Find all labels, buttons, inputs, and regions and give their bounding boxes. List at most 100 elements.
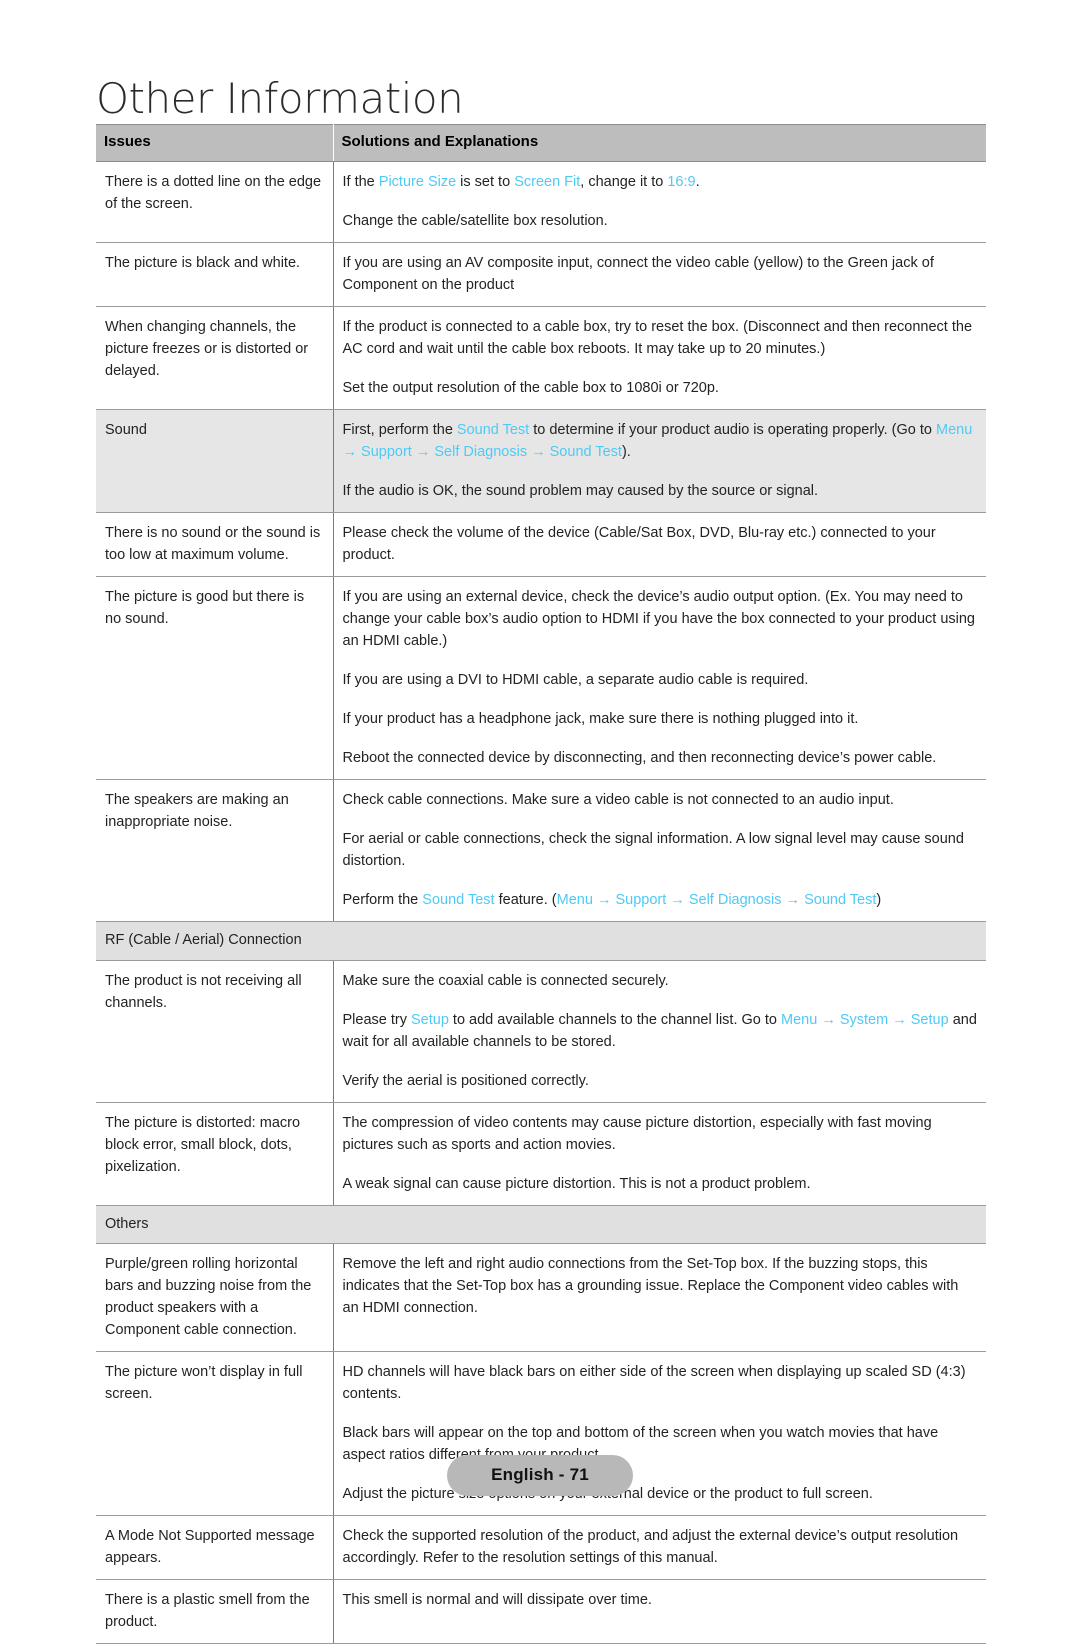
text-run: A weak signal can cause picture distorti… <box>342 1175 811 1192</box>
column-header-solutions: Solutions and Explanations <box>333 124 986 162</box>
text-run: Make sure the coaxial cable is connected… <box>342 972 669 989</box>
solution-paragraph: Change the cable/satellite box resolutio… <box>343 210 978 232</box>
solution-paragraph: First, perform the Sound Test to determi… <box>343 419 978 463</box>
text-run: to add available channels to the channel… <box>448 1011 782 1028</box>
highlighted-term: → <box>817 1011 840 1028</box>
highlighted-term: → <box>781 892 805 909</box>
solution-cell: First, perform the Sound Test to determi… <box>333 409 986 514</box>
table-row: When changing channels, the picture free… <box>96 306 986 411</box>
table-row: There is no sound or the sound is too lo… <box>96 512 986 578</box>
issue-cell: The picture is good but there is no soun… <box>96 576 334 781</box>
text-run: Please try <box>342 1011 411 1028</box>
issue-cell: There is a plastic smell from the produc… <box>96 1579 334 1644</box>
table-body: There is a dotted line on the edge of th… <box>96 161 986 1644</box>
solution-cell: The compression of video contents may ca… <box>333 1102 986 1206</box>
highlighted-term: → <box>411 444 435 461</box>
solution-paragraph: Reboot the connected device by disconnec… <box>343 747 978 769</box>
highlighted-term: Setup <box>411 1011 449 1028</box>
solution-paragraph: A weak signal can cause picture distorti… <box>343 1173 978 1195</box>
issue-cell: The speakers are making an inappropriate… <box>96 779 334 923</box>
highlighted-term: → <box>527 444 550 461</box>
text-run: If the audio is OK, the sound problem ma… <box>342 483 819 500</box>
highlighted-term: Sound Test <box>804 892 877 909</box>
text-run: Change the cable/satellite box resolutio… <box>342 212 608 229</box>
table-header-row: Issues Solutions and Explanations <box>96 124 986 162</box>
text-run: Set the output resolution of the cable b… <box>342 379 719 396</box>
table-row: The picture is black and white. If you ar… <box>96 242 986 307</box>
text-run: If you are using an AV composite input, … <box>342 254 934 293</box>
solution-paragraph: If the Picture Size is set to Screen Fit… <box>343 171 978 193</box>
solution-paragraph: Check the supported resolution of the pr… <box>343 1525 978 1569</box>
table-row: A Mode Not Supported message appears. Che… <box>96 1515 986 1581</box>
highlighted-term: Picture Size <box>378 173 457 190</box>
text-run: Check cable connections. Make sure a vid… <box>342 792 894 809</box>
solution-cell: Remove the left and right audio connecti… <box>333 1243 986 1352</box>
table-header: Issues Solutions and Explanations <box>96 124 986 162</box>
table-row: There is a dotted line on the edge of th… <box>96 161 986 243</box>
solution-paragraph: If you are using an AV composite input, … <box>343 252 978 296</box>
page-number-badge: English - 71 <box>447 1455 633 1496</box>
highlighted-term: → <box>666 892 689 909</box>
highlighted-term: Self Diagnosis <box>688 892 782 909</box>
text-run: For aerial or cable connections, check t… <box>342 831 964 870</box>
solution-paragraph: Check cable connections. Make sure a vid… <box>343 789 978 811</box>
table-row: There is a plastic smell from the produc… <box>96 1579 986 1644</box>
highlighted-term: Support <box>615 892 667 909</box>
text-run: If the product is connected to a cable b… <box>342 318 973 357</box>
issue-cell: Sound <box>96 409 334 514</box>
solution-paragraph: If the audio is OK, the sound problem ma… <box>343 480 978 502</box>
section-label: RF (Cable / Aerial) Connection <box>96 921 986 961</box>
solution-paragraph: If your product has a headphone jack, ma… <box>343 708 978 730</box>
issue-cell: The picture is distorted: macro block er… <box>96 1102 334 1206</box>
highlighted-term: Setup <box>910 1011 949 1028</box>
solution-cell: Check the supported resolution of the pr… <box>333 1515 986 1581</box>
solution-paragraph: Remove the left and right audio connecti… <box>343 1253 978 1319</box>
text-run: This smell is normal and will dissipate … <box>342 1592 652 1609</box>
highlighted-term: Support <box>361 444 412 461</box>
solution-paragraph: This smell is normal and will dissipate … <box>343 1589 978 1611</box>
text-run: ). <box>621 444 631 461</box>
text-run: If you are using a DVI to HDMI cable, a … <box>342 672 809 689</box>
text-run: The compression of video contents may ca… <box>342 1114 932 1153</box>
text-run: First, perform the <box>342 422 457 439</box>
table-row: The picture is distorted: macro block er… <box>96 1102 986 1206</box>
highlighted-term: System <box>839 1011 889 1028</box>
text-run: If the <box>342 173 379 190</box>
text-run: Please check the volume of the device (C… <box>342 525 936 564</box>
solution-paragraph: Verify the aerial is positioned correctl… <box>343 1070 978 1092</box>
highlighted-term: Screen Fit <box>514 173 581 190</box>
solution-cell: If you are using an AV composite input, … <box>333 242 986 307</box>
highlighted-term: Self Diagnosis <box>434 444 528 461</box>
solution-paragraph: If the product is connected to a cable b… <box>343 316 978 360</box>
solution-paragraph: Perform the Sound Test feature. (Menu → … <box>343 889 978 911</box>
table-section-row: Others <box>96 1204 986 1244</box>
solution-cell: If the product is connected to a cable b… <box>333 306 986 411</box>
text-run: feature. ( <box>494 892 557 909</box>
highlighted-term: Sound Test <box>422 892 495 909</box>
text-run: , change it to <box>580 173 668 190</box>
solution-paragraph: Set the output resolution of the cable b… <box>343 377 978 399</box>
solution-paragraph: Please try Setup to add available channe… <box>343 1009 978 1053</box>
text-run: Perform the <box>342 892 423 909</box>
text-run: to determine if your product audio is op… <box>529 422 936 439</box>
table-row: The speakers are making an inappropriate… <box>96 779 986 923</box>
text-run: Reboot the connected device by disconnec… <box>342 750 937 767</box>
solution-cell: Make sure the coaxial cable is connected… <box>333 960 986 1103</box>
text-run: Verify the aerial is positioned correctl… <box>342 1072 589 1089</box>
table-row: The picture is good but there is no soun… <box>96 576 986 781</box>
table-row: Purple/green rolling horizontal bars and… <box>96 1243 986 1352</box>
highlighted-term: Menu <box>781 1011 818 1028</box>
solution-cell: If the Picture Size is set to Screen Fit… <box>333 161 986 243</box>
solution-paragraph: For aerial or cable connections, check t… <box>343 828 978 872</box>
text-run: . <box>695 173 700 190</box>
solution-paragraph: The compression of video contents may ca… <box>343 1112 978 1156</box>
solution-paragraph: HD channels will have black bars on eith… <box>343 1361 978 1405</box>
text-run: HD channels will have black bars on eith… <box>342 1363 966 1402</box>
issue-cell: The product is not receiving all channel… <box>96 960 334 1103</box>
page-title: Other Information <box>96 74 464 124</box>
text-run: Remove the left and right audio connecti… <box>342 1255 959 1316</box>
troubleshooting-table-wrap: Issues Solutions and Explanations There … <box>96 124 986 1644</box>
highlighted-term: Sound Test <box>549 444 622 461</box>
text-run: If your product has a headphone jack, ma… <box>342 711 859 728</box>
solution-cell: Please check the volume of the device (C… <box>333 512 986 578</box>
